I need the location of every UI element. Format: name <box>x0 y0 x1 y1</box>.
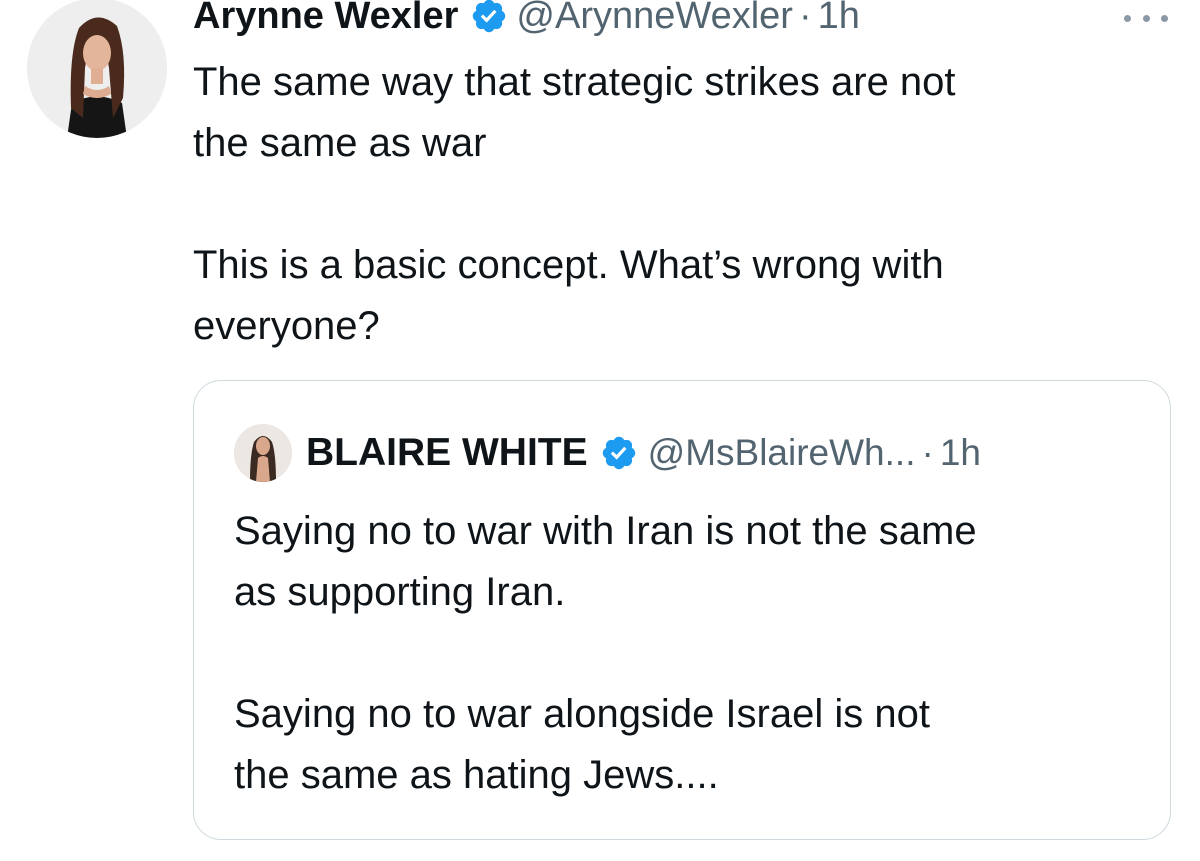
verified-badge-icon <box>600 434 638 472</box>
quoted-tweet-timestamp[interactable]: 1h <box>940 432 981 474</box>
separator-dot: · <box>921 432 934 473</box>
separator-dot: · <box>798 0 812 37</box>
author-name[interactable]: Arynne Wexler <box>193 0 458 38</box>
author-avatar[interactable] <box>27 0 167 138</box>
tweet-text: The same way that strategic strikes are … <box>193 52 1153 357</box>
tweet-line: This is a basic concept. What’s wrong wi… <box>193 243 944 287</box>
quoted-tweet-line: Saying no to war alongside Israel is not <box>234 692 930 736</box>
quoted-author-handle[interactable]: @MsBlaireWh... <box>648 432 916 474</box>
quoted-tweet-line: the same as hating Jews.... <box>234 753 719 797</box>
verified-badge-icon <box>470 0 508 35</box>
tweet-line: everyone? <box>193 304 380 348</box>
quoted-author-name[interactable]: BLAIRE WHITE <box>306 431 588 475</box>
quoted-tweet-header: BLAIRE WHITE @MsBlaireWh... · 1h <box>234 423 981 483</box>
author-handle[interactable]: @ArynneWexler <box>516 0 793 38</box>
more-options-icon[interactable] <box>1124 12 1168 24</box>
tweet-timestamp[interactable]: 1h <box>818 0 860 38</box>
quoted-tweet-line: as supporting Iran. <box>234 570 566 614</box>
quoted-tweet-line: Saying no to war with Iran is not the sa… <box>234 509 977 553</box>
quoted-tweet-card[interactable]: BLAIRE WHITE @MsBlaireWh... · 1h Saying … <box>193 380 1171 840</box>
tweet-line: the same as war <box>193 121 487 165</box>
tweet-header: Arynne Wexler @ArynneWexler · 1h <box>193 0 860 46</box>
tweet-line: The same way that strategic strikes are … <box>193 60 956 104</box>
quoted-tweet-text: Saying no to war with Iran is not the sa… <box>234 501 1154 806</box>
quoted-author-avatar[interactable] <box>234 424 292 482</box>
